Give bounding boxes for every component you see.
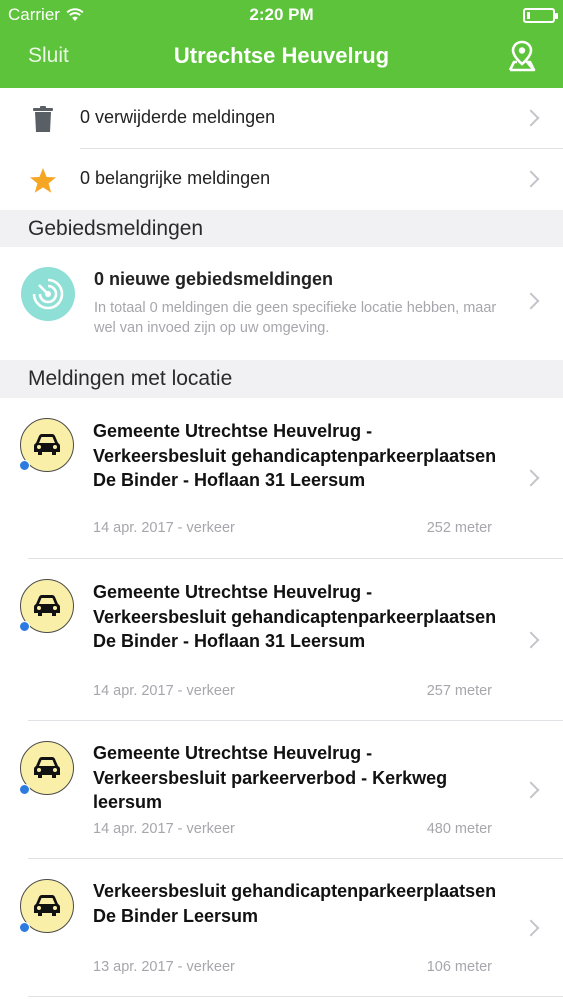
area-notifications-description: In totaal 0 meldingen die geen specifiek… <box>94 300 497 336</box>
unread-indicator <box>19 460 30 471</box>
notification-distance: 257 meter <box>426 683 492 699</box>
deleted-notifications-row[interactable]: 0 verwijderde meldingen <box>0 88 563 149</box>
status-time: 2:20 PM <box>249 5 314 24</box>
chevron-right-icon <box>522 469 540 487</box>
chevron-right-icon <box>522 919 540 937</box>
star-icon <box>28 165 58 195</box>
section-header-location: Meldingen met locatie <box>0 360 563 398</box>
list-item[interactable]: Verkeersbesluit gehandicaptenparkeerplaa… <box>0 859 563 1000</box>
notification-date: 13 apr. 2017 - verkeer <box>93 959 235 975</box>
chevron-right-icon <box>522 781 540 799</box>
unread-indicator <box>19 784 30 795</box>
notification-title: Gemeente Utrechtse Heuvelrug - Verkeersb… <box>93 582 497 651</box>
section-header-area: Gebiedsmeldingen <box>0 210 563 248</box>
important-notifications-row[interactable]: 0 belangrijke meldingen <box>0 149 563 210</box>
chevron-right-icon <box>522 170 540 188</box>
notification-date: 14 apr. 2017 - verkeer <box>93 821 235 837</box>
nav-bar: Sluit Utrechtse Heuvelrug <box>0 30 563 88</box>
divider <box>28 996 563 997</box>
page-title: Utrechtse Heuvelrug <box>173 43 390 68</box>
unread-indicator <box>19 621 30 632</box>
notification-date: 14 apr. 2017 - verkeer <box>93 520 235 536</box>
list-item[interactable]: Gemeente Utrechtse Heuvelrug - Verkeersb… <box>0 398 563 558</box>
trash-icon <box>28 104 58 134</box>
section-title-location: Meldingen met locatie <box>28 367 233 390</box>
area-notifications-row[interactable]: 0 nieuwe gebiedsmeldingen In totaal 0 me… <box>0 247 563 358</box>
chevron-right-icon <box>522 292 540 310</box>
area-notifications-title: 0 nieuwe gebiedsmeldingen <box>94 269 334 289</box>
notification-distance: 252 meter <box>426 520 492 536</box>
unread-indicator <box>19 922 30 933</box>
status-bar: Carrier 2:20 PM <box>0 0 563 30</box>
notification-title: Gemeente Utrechtse Heuvelrug - Verkeersb… <box>93 421 497 490</box>
list-item[interactable]: Gemeente Utrechtse Heuvelrug - Verkeersb… <box>0 559 563 719</box>
notification-date: 14 apr. 2017 - verkeer <box>93 683 235 699</box>
map-pin-icon[interactable] <box>507 40 537 74</box>
notification-distance: 480 meter <box>426 821 492 837</box>
section-title-area: Gebiedsmeldingen <box>28 217 204 240</box>
radar-icon <box>21 267 75 321</box>
notification-title: Gemeente Utrechtse Heuvelrug - Verkeersb… <box>93 743 448 812</box>
notification-title: Verkeersbesluit gehandicaptenparkeerplaa… <box>93 881 497 926</box>
battery-icon <box>523 8 558 23</box>
important-notifications-label: 0 belangrijke meldingen <box>80 168 271 188</box>
chevron-right-icon <box>522 109 540 127</box>
notification-distance: 106 meter <box>426 959 492 975</box>
deleted-notifications-label: 0 verwijderde meldingen <box>80 107 276 127</box>
chevron-right-icon <box>522 631 540 649</box>
list-item[interactable]: Gemeente Utrechtse Heuvelrug - Verkeersb… <box>0 721 563 858</box>
